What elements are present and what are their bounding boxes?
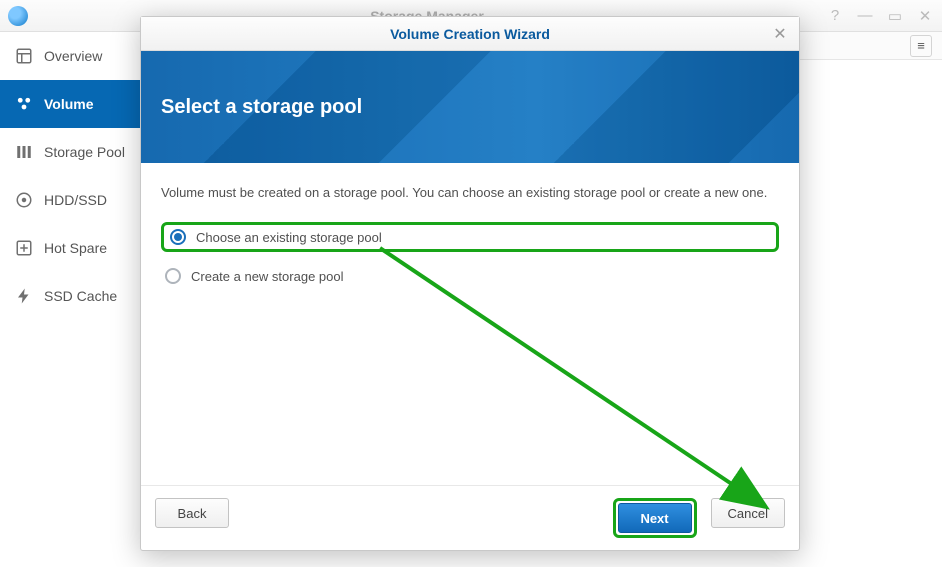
hot-spare-icon <box>14 238 34 258</box>
storage-pool-icon <box>14 142 34 162</box>
radio-label: Choose an existing storage pool <box>196 230 382 245</box>
sidebar-item-label: SSD Cache <box>44 288 117 304</box>
radio-create-new[interactable]: Create a new storage pool <box>161 262 779 290</box>
close-window-icon[interactable]: ✕ <box>916 7 934 25</box>
sidebar-item-storage-pool[interactable]: Storage Pool <box>0 128 140 176</box>
window-controls: ? — ▭ ✕ <box>826 7 934 25</box>
ssd-cache-icon <box>14 286 34 306</box>
dialog-body: Volume must be created on a storage pool… <box>141 163 799 485</box>
sidebar-item-label: HDD/SSD <box>44 192 107 208</box>
sidebar-item-label: Storage Pool <box>44 144 125 160</box>
minimize-icon[interactable]: — <box>856 7 874 25</box>
next-button[interactable]: Next <box>618 503 692 533</box>
sidebar-item-label: Hot Spare <box>44 240 107 256</box>
radio-label: Create a new storage pool <box>191 269 343 284</box>
next-highlight: Next <box>613 498 697 538</box>
overview-icon <box>14 46 34 66</box>
sidebar-item-volume[interactable]: Volume <box>0 80 140 128</box>
radio-choose-existing[interactable]: Choose an existing storage pool <box>161 222 779 252</box>
list-toggle-icon[interactable]: ≡ <box>910 35 932 57</box>
hdd-icon <box>14 190 34 210</box>
footer-spacer <box>243 498 599 538</box>
app-icon <box>8 6 28 26</box>
dialog-title: Volume Creation Wizard <box>390 26 550 42</box>
hint-text: Volume must be created on a storage pool… <box>161 185 779 200</box>
volume-creation-wizard-dialog: Volume Creation Wizard ✕ Select a storag… <box>140 16 800 551</box>
help-icon[interactable]: ? <box>826 7 844 25</box>
sidebar-item-label: Volume <box>44 96 94 112</box>
radio-icon <box>165 268 181 284</box>
back-button[interactable]: Back <box>155 498 229 528</box>
dialog-banner: Select a storage pool <box>141 51 799 163</box>
maximize-icon[interactable]: ▭ <box>886 7 904 25</box>
sidebar-item-ssd-cache[interactable]: SSD Cache <box>0 272 140 320</box>
sidebar-item-label: Overview <box>44 48 102 64</box>
volume-icon <box>14 94 34 114</box>
dialog-titlebar: Volume Creation Wizard ✕ <box>141 17 799 51</box>
sidebar-item-hot-spare[interactable]: Hot Spare <box>0 224 140 272</box>
cancel-button[interactable]: Cancel <box>711 498 785 528</box>
radio-icon <box>170 229 186 245</box>
sidebar: Overview Volume Storage Pool HDD/SSD Hot… <box>0 32 140 567</box>
sidebar-item-overview[interactable]: Overview <box>0 32 140 80</box>
sidebar-item-hdd-ssd[interactable]: HDD/SSD <box>0 176 140 224</box>
dialog-footer: Back Next Cancel <box>141 485 799 550</box>
banner-heading: Select a storage pool <box>161 96 362 119</box>
close-icon[interactable]: ✕ <box>771 24 789 42</box>
